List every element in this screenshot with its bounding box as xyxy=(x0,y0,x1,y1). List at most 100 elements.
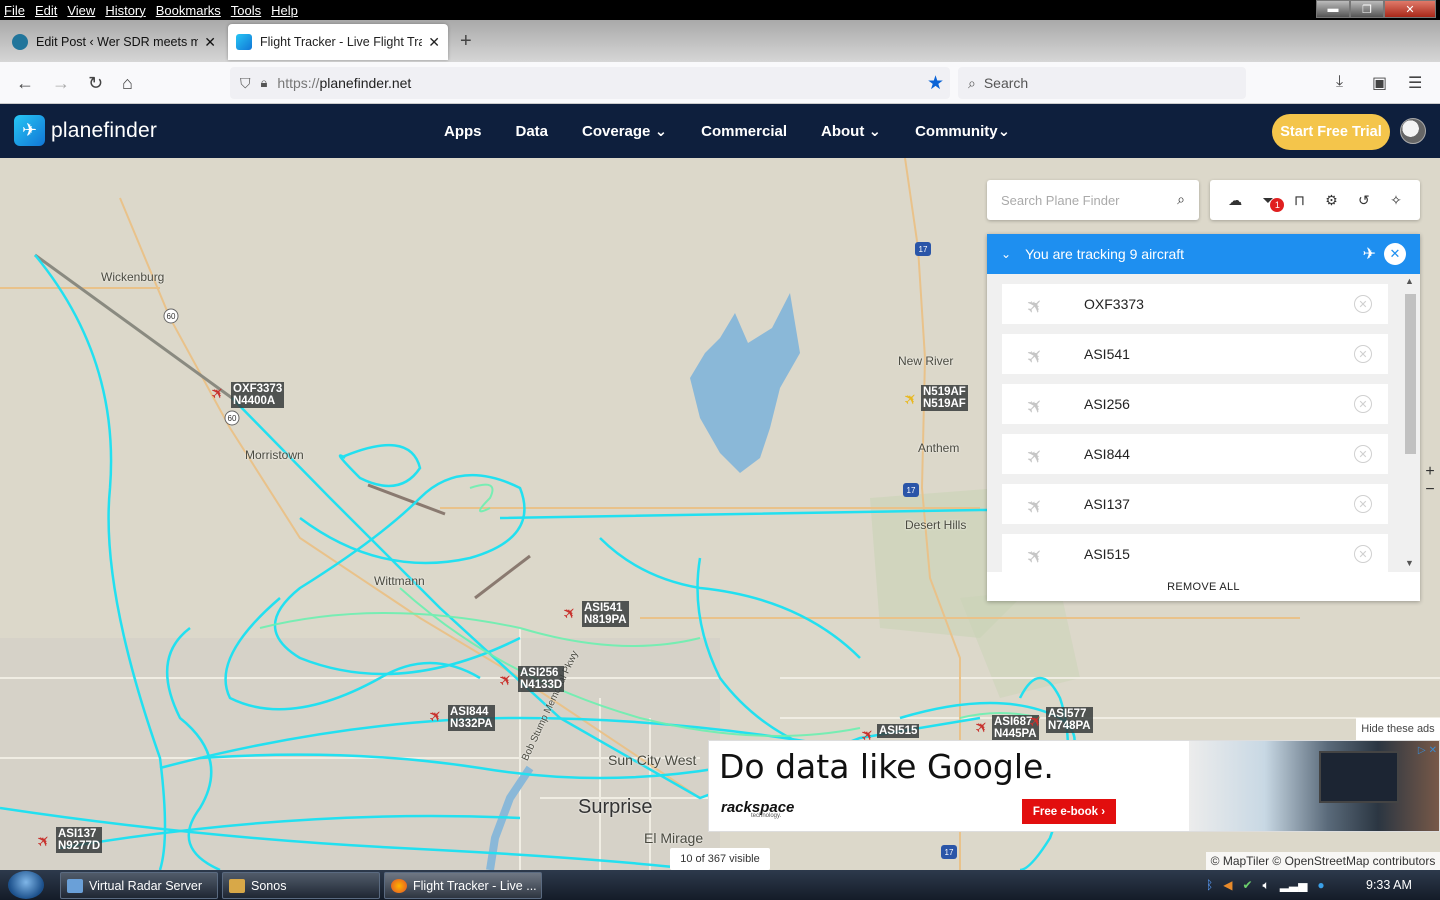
network-icon[interactable]: ▂▃▅ xyxy=(1280,878,1308,892)
filter-icon[interactable]: ⏷ 1 xyxy=(1262,192,1285,212)
shield-icon[interactable]: ⛉ xyxy=(240,75,251,92)
maximize-icon[interactable]: ❐ xyxy=(1350,0,1384,18)
close-tab-icon[interactable]: ✕ xyxy=(204,34,216,51)
new-tab-icon[interactable]: + xyxy=(460,30,472,53)
nav-data[interactable]: Data xyxy=(516,123,549,140)
tab-flight-tracker[interactable]: Flight Tracker - Live Flight Track ✕ xyxy=(228,24,448,60)
aircraft-label[interactable]: ASI541 N819PA xyxy=(582,601,629,627)
remove-icon[interactable]: ✕ xyxy=(1354,545,1372,563)
list-item[interactable]: ✈ ASI541 ✕ xyxy=(1002,334,1388,374)
ad-choices-icon[interactable]: ▷ ✕ xyxy=(1409,743,1437,757)
aircraft-label[interactable]: OXF3373 N4400A xyxy=(231,382,285,408)
menu-help[interactable]: Help xyxy=(271,3,298,18)
chevron-down-icon[interactable]: ⌄ xyxy=(1001,247,1011,261)
menu-edit[interactable]: Edit xyxy=(35,3,57,18)
place-label: Surprise xyxy=(578,796,653,818)
aircraft-label[interactable]: ASI844 N332PA xyxy=(448,705,495,731)
gear-icon[interactable]: ⚙ xyxy=(1325,192,1338,209)
taskbar-firefox[interactable]: Flight Tracker - Live ... xyxy=(384,872,542,899)
url-bar[interactable]: ⛉ 🔒︎ https://planefinder.net ★ xyxy=(230,67,950,99)
nav-coverage[interactable]: Coverage ⌄ xyxy=(582,122,667,140)
scrollbar[interactable]: ▲ ▼ xyxy=(1403,274,1418,572)
map-toolbar: ☁ ⏷ 1 ⊓ ⚙ ↺ ✧ xyxy=(1210,180,1420,220)
nav-about[interactable]: About ⌄ xyxy=(821,122,881,140)
nav-commercial[interactable]: Commercial xyxy=(701,123,787,140)
close-icon[interactable]: ✕ xyxy=(1384,243,1406,265)
clock: 9:33 AM xyxy=(1366,878,1412,892)
minimize-icon[interactable]: ▬ xyxy=(1316,0,1350,18)
plane-outline-icon[interactable]: ✈ xyxy=(1363,244,1376,264)
list-item[interactable]: ✈ ASI137 ✕ xyxy=(1002,484,1388,524)
remove-all-button[interactable]: REMOVE ALL xyxy=(987,572,1420,601)
menu-file[interactable]: File xyxy=(4,3,25,18)
zoom-in-icon[interactable]: + xyxy=(1420,463,1440,481)
speaker-icon[interactable]: ◀ xyxy=(1223,878,1232,892)
hide-ads-button[interactable]: Hide these ads xyxy=(1356,718,1440,740)
reload-icon[interactable]: ↻ xyxy=(88,73,103,94)
zoom-out-icon[interactable]: − xyxy=(1420,481,1440,499)
avatar[interactable] xyxy=(1400,118,1426,144)
map-search-input[interactable]: Search Plane Finder ⌕ xyxy=(987,180,1199,220)
hamburger-menu-icon[interactable]: ☰ xyxy=(1408,73,1422,93)
plane-logo-icon: ✈ xyxy=(14,115,45,146)
scroll-up-icon[interactable]: ▲ xyxy=(1405,276,1414,286)
ad-screen xyxy=(1319,751,1399,803)
menu-tools[interactable]: Tools xyxy=(231,3,261,18)
menu-view[interactable]: View xyxy=(67,3,95,18)
nav-community[interactable]: Community⌄ xyxy=(915,122,1010,140)
list-item[interactable]: ✈ ASI256 ✕ xyxy=(1002,384,1388,424)
history-icon[interactable]: ↺ xyxy=(1358,192,1370,209)
lock-icon[interactable]: 🔒︎ xyxy=(261,75,268,91)
extension-icon[interactable]: ▣ xyxy=(1372,73,1387,93)
nav-apps[interactable]: Apps xyxy=(444,123,482,140)
search-icon[interactable]: ⌕ xyxy=(1177,191,1185,208)
remove-icon[interactable]: ✕ xyxy=(1354,395,1372,413)
browser-search-input[interactable]: ⌕ Search xyxy=(958,67,1246,99)
remove-icon[interactable]: ✕ xyxy=(1354,295,1372,313)
home-icon[interactable]: ⌂ xyxy=(122,73,133,94)
close-tab-icon[interactable]: ✕ xyxy=(428,34,440,51)
bookmark-star-icon[interactable]: ★ xyxy=(927,72,944,95)
flight-map[interactable]: 60 60 17 17 17 Wickenburg Morristown Wit… xyxy=(0,158,1440,870)
aircraft-label[interactable]: ASI137 N9277D xyxy=(56,827,103,853)
download-icon[interactable]: ⤓ xyxy=(1336,73,1343,91)
forward-icon[interactable]: → xyxy=(52,73,70,94)
map-attribution[interactable]: © MapTiler © OpenStreetMap contributors xyxy=(1206,852,1440,870)
list-item[interactable]: ✈ ASI844 ✕ xyxy=(1002,434,1388,474)
aircraft-label[interactable]: N519AF N519AF xyxy=(921,385,968,411)
aircraft-label[interactable]: ASI577 N748PA xyxy=(1046,707,1093,733)
remove-icon[interactable]: ✕ xyxy=(1354,345,1372,363)
shield-icon[interactable]: ✔ xyxy=(1242,878,1252,892)
list-item[interactable]: ✈ OXF3373 ✕ xyxy=(1002,284,1388,324)
layers-icon[interactable]: ✧ xyxy=(1390,192,1402,209)
aircraft-label[interactable]: ASI515 xyxy=(877,724,920,738)
cloud-upload-icon[interactable]: ☁ xyxy=(1228,192,1242,209)
remove-icon[interactable]: ✕ xyxy=(1354,445,1372,463)
bookmark-icon[interactable]: ⊓ xyxy=(1294,192,1305,209)
menu-history[interactable]: History xyxy=(105,3,145,18)
scroll-thumb[interactable] xyxy=(1405,294,1416,454)
skype-icon[interactable]: ● xyxy=(1317,878,1324,892)
list-item[interactable]: ✈ ASI515 ✕ xyxy=(1002,534,1388,572)
bluetooth-icon[interactable]: ᛒ xyxy=(1206,878,1213,892)
tab-edit-post[interactable]: Edit Post ‹ Wer SDR meets micro ✕ xyxy=(4,24,224,60)
ad-cta-button[interactable]: Free e-book › xyxy=(1022,799,1116,824)
tracking-header[interactable]: ⌄ You are tracking 9 aircraft ✈ ✕ xyxy=(987,234,1420,274)
plane-icon: ✈ xyxy=(1021,442,1050,470)
aircraft-label[interactable]: ASI256 N4133D xyxy=(518,666,565,692)
start-free-trial-button[interactable]: Start Free Trial xyxy=(1272,114,1390,150)
advertisement[interactable]: Do data like Google. rackspace technolog… xyxy=(708,740,1440,832)
taskbar-sonos[interactable]: Sonos xyxy=(222,872,380,899)
plane-icon: ✈ xyxy=(1021,542,1050,570)
taskbar-virtual-radar[interactable]: Virtual Radar Server xyxy=(60,872,218,899)
remove-icon[interactable]: ✕ xyxy=(1354,495,1372,513)
close-window-icon[interactable]: ✕ xyxy=(1384,0,1436,18)
menu-bookmarks[interactable]: Bookmarks xyxy=(156,3,221,18)
start-button-icon[interactable] xyxy=(8,871,44,899)
back-icon[interactable]: ← xyxy=(16,73,34,94)
road-shield-label: 17 xyxy=(907,486,916,495)
planefinder-logo[interactable]: ✈ planefinder xyxy=(14,115,157,146)
scroll-down-icon[interactable]: ▼ xyxy=(1405,558,1414,568)
volume-icon[interactable]: 🔈︎ xyxy=(1263,878,1270,893)
chevron-down-icon: ⌄ xyxy=(654,123,668,140)
